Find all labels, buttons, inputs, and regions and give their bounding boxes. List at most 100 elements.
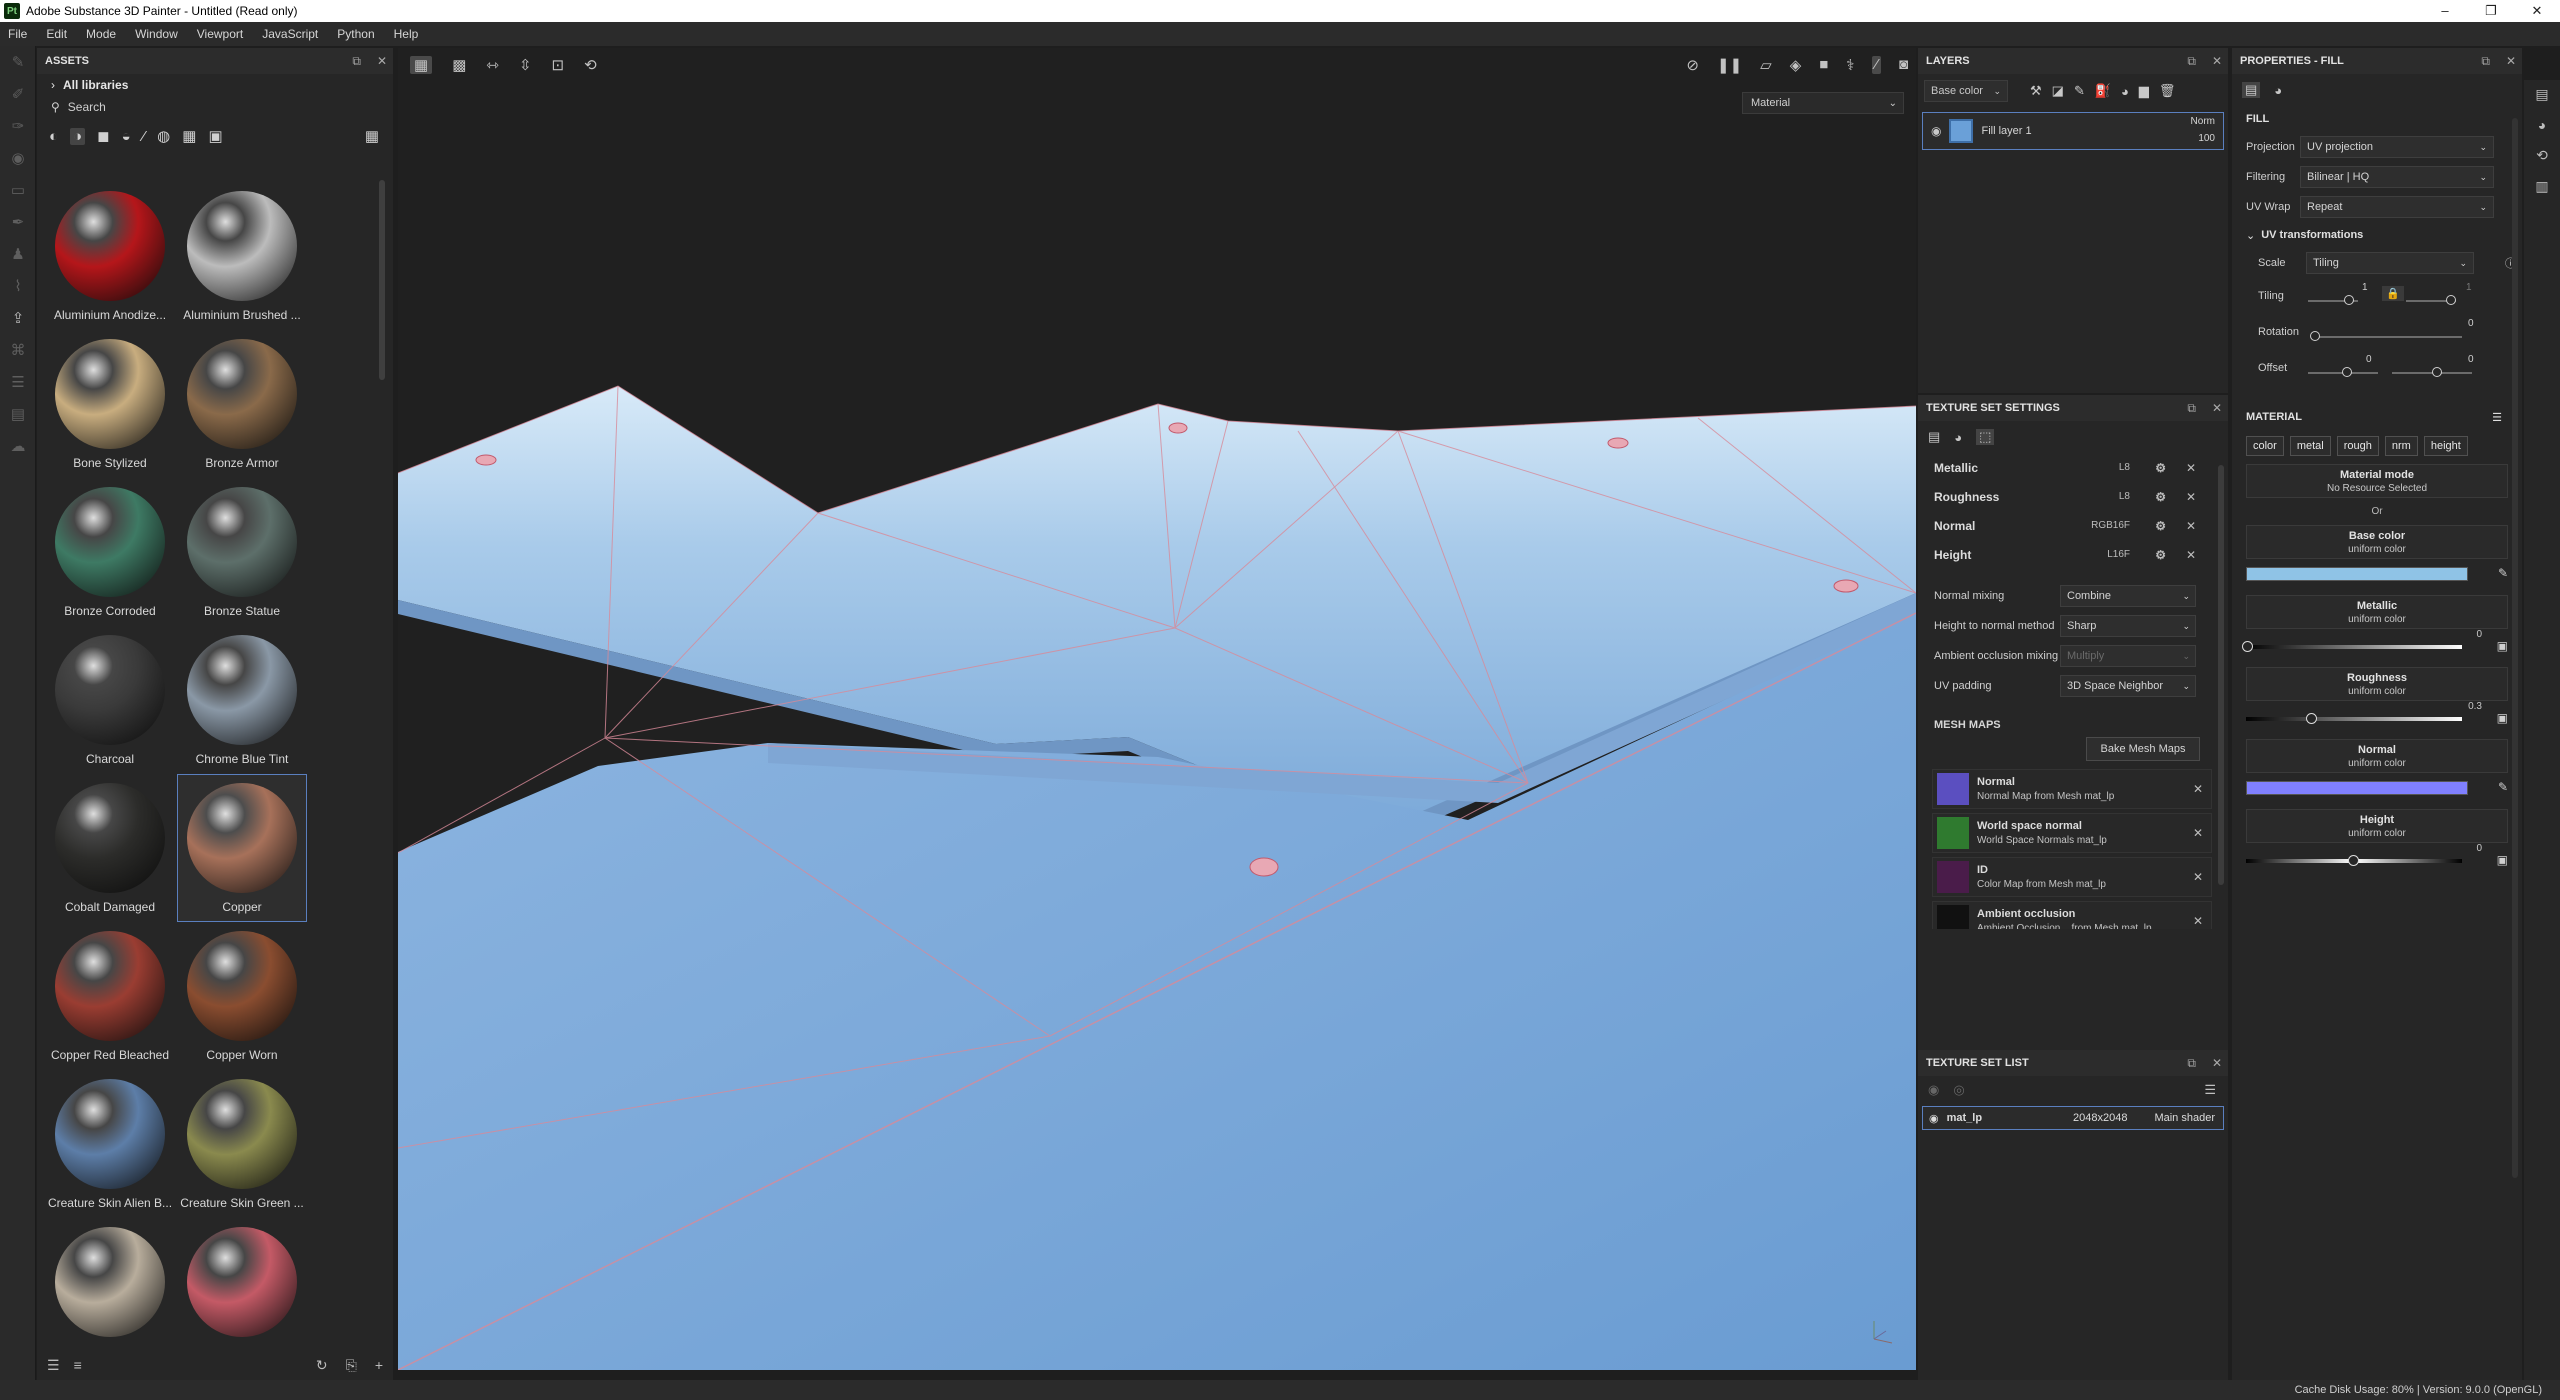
asset-tile[interactable]: Bronze Armor (177, 330, 307, 478)
base-color-swatch[interactable] (2246, 567, 2468, 581)
add-effect-icon[interactable]: ⚒ (2030, 83, 2042, 99)
close-panel-icon[interactable]: ✕ (377, 54, 387, 68)
asset-tile[interactable]: Bronze Statue (177, 478, 307, 626)
frame-icon[interactable]: ⊡ (552, 56, 565, 74)
delete-layer-icon[interactable]: 🗑 (2159, 83, 2176, 99)
clone-icon[interactable]: ♟ (0, 238, 36, 270)
menu-viewport[interactable]: Viewport (197, 27, 243, 41)
channel-format[interactable]: RGB16F (2091, 520, 2130, 531)
gear-icon[interactable]: ⚙ (2155, 519, 2166, 533)
metal-toggle-button[interactable]: metal (2289, 436, 2331, 456)
menu-icon[interactable]: ☰ (2204, 1082, 2216, 1098)
close-panel-icon[interactable]: ✕ (2506, 54, 2516, 68)
scale-dropdown[interactable]: Tiling ⌄ (2306, 252, 2474, 274)
tiling-knob-2[interactable] (2446, 295, 2456, 305)
lock-icon[interactable]: 🔒 (2382, 286, 2404, 301)
asset-tile[interactable]: Chrome Blue Tint (177, 626, 307, 774)
filter-environment-icon[interactable]: ▣ (208, 127, 222, 145)
history-icon[interactable]: ☰ (0, 366, 36, 398)
close-panel-icon[interactable]: ✕ (2212, 401, 2222, 415)
filtering-dropdown[interactable]: Bilinear | HQ ⌄ (2300, 166, 2494, 188)
menu-edit[interactable]: Edit (46, 27, 67, 41)
remove-map-icon[interactable]: ✕ (2193, 914, 2203, 928)
float-panel-icon[interactable]: ⧉ (2187, 401, 2196, 416)
grid-icon[interactable]: ▦ (410, 56, 433, 74)
filter-masks-icon[interactable]: ◒ (122, 128, 131, 145)
uv-view-icon[interactable]: ▱ (1760, 56, 1772, 74)
uv-tab-icon[interactable]: ⬚ (1976, 429, 1995, 445)
eyedropper-icon[interactable]: ✎ (2498, 566, 2508, 580)
pause-icon[interactable]: ❚❚ (1717, 56, 1742, 74)
normal-color-swatch[interactable] (2246, 781, 2468, 795)
tiling-knob-1[interactable] (2344, 295, 2354, 305)
offset-knob-2[interactable] (2432, 367, 2442, 377)
display-dock-icon[interactable]: ◕ (2538, 117, 2546, 133)
grid-options-icon[interactable]: ▩ (452, 56, 466, 74)
projection-dropdown[interactable]: UV projection ⌄ (2300, 136, 2494, 158)
mesh-map-row[interactable]: World space normal World Space Normals m… (1932, 813, 2212, 853)
uvwrap-dropdown[interactable]: Repeat ⌄ (2300, 196, 2494, 218)
float-panel-icon[interactable]: ⧉ (2187, 1056, 2196, 1071)
menu-window[interactable]: Window (135, 27, 178, 41)
add-paint-layer-icon[interactable]: ✎ (2074, 83, 2085, 99)
metallic-slider[interactable] (2246, 645, 2462, 649)
remove-channel-icon[interactable]: ✕ (2186, 519, 2196, 533)
paint-brush-icon[interactable]: ✎ (0, 46, 36, 78)
asset-tile[interactable]: Charcoal (45, 626, 175, 774)
gear-icon[interactable]: ⚙ (2155, 548, 2166, 562)
history-dock-icon[interactable]: ⟲ (2536, 147, 2548, 164)
metallic-card[interactable]: Metallic uniform color (2246, 595, 2508, 629)
eraser-icon[interactable]: ✐ (0, 78, 36, 110)
asset-tile[interactable] (45, 1218, 175, 1366)
close-panel-icon[interactable]: ✕ (2212, 1056, 2222, 1070)
mesh-map-row[interactable]: Ambient occlusion Ambient Occlusion... f… (1932, 901, 2212, 929)
setting-dropdown[interactable]: Sharp ⌄ (2060, 615, 2196, 637)
rotation-knob[interactable] (2310, 331, 2320, 341)
asset-tile[interactable]: Copper Worn (177, 922, 307, 1070)
remove-channel-icon[interactable]: ✕ (2186, 461, 2196, 475)
asset-tile[interactable]: Copper (177, 774, 307, 922)
asset-tile[interactable]: Copper Red Bleached (45, 922, 175, 1070)
layer-opacity[interactable]: 100 (2198, 133, 2215, 144)
roughness-slider[interactable] (2246, 717, 2462, 721)
color-toggle-button[interactable]: color (2246, 436, 2284, 456)
asset-tile[interactable]: Bone Stylized (45, 330, 175, 478)
texture-set-row[interactable]: ◉ mat_lp 2048x2048 Main shader (1922, 1106, 2224, 1130)
library-selector[interactable]: › All libraries (37, 74, 393, 96)
remove-map-icon[interactable]: ✕ (2193, 826, 2203, 840)
channel-format[interactable]: L8 (2119, 491, 2130, 502)
remove-map-icon[interactable]: ✕ (2193, 870, 2203, 884)
eye-icon[interactable]: ◉ (1929, 1112, 1939, 1125)
refresh-icon[interactable]: ↻ (316, 1357, 328, 1374)
props-scrollbar[interactable] (2512, 118, 2518, 1178)
menu-help[interactable]: Help (394, 27, 419, 41)
bake-mesh-maps-button[interactable]: Bake Mesh Maps (2086, 737, 2200, 761)
geometry-mask-icon[interactable]: ◉ (0, 142, 36, 174)
search-input[interactable]: Search (68, 100, 106, 114)
projection-icon[interactable]: ✑ (0, 110, 36, 142)
import-icon[interactable]: ⎘ (346, 1357, 357, 1374)
grid-view-icon[interactable]: ▦ (365, 127, 379, 145)
normal-card[interactable]: Normal uniform color (2246, 739, 2508, 773)
display-settings-icon[interactable]: ☁ (0, 430, 36, 462)
remove-channel-icon[interactable]: ✕ (2186, 490, 2196, 504)
smudge-icon[interactable]: ✒ (0, 206, 36, 238)
float-panel-icon[interactable]: ⧉ (352, 54, 361, 69)
asset-tile[interactable]: Creature Skin Alien B... (45, 1070, 175, 1218)
menu-mode[interactable]: Mode (86, 27, 116, 41)
remove-channel-icon[interactable]: ✕ (2186, 548, 2196, 562)
blend-mode[interactable]: Norm (2191, 116, 2215, 127)
metallic-knob[interactable] (2242, 641, 2253, 652)
shader-tab-icon[interactable]: ◕ (1954, 430, 1962, 445)
iray-icon[interactable]: ⚕ (1846, 56, 1854, 74)
mesh-map-row[interactable]: ID Color Map from Mesh mat_lp ✕ (1932, 857, 2212, 897)
height-knob[interactable] (2348, 855, 2359, 866)
sort-icon[interactable]: ☰ (47, 1357, 60, 1374)
settings-tab-icon[interactable]: ▤ (1928, 429, 1940, 445)
menu-file[interactable]: File (8, 27, 27, 41)
assets-panel-icon[interactable]: ⇪ (0, 302, 36, 334)
add-fill-layer-icon[interactable]: ⛽ (2095, 83, 2111, 99)
polygon-fill-icon[interactable]: ▭ (0, 174, 36, 206)
add-icon[interactable]: + (375, 1357, 383, 1374)
hide-all-icon[interactable]: ◉ (1928, 1082, 1939, 1098)
